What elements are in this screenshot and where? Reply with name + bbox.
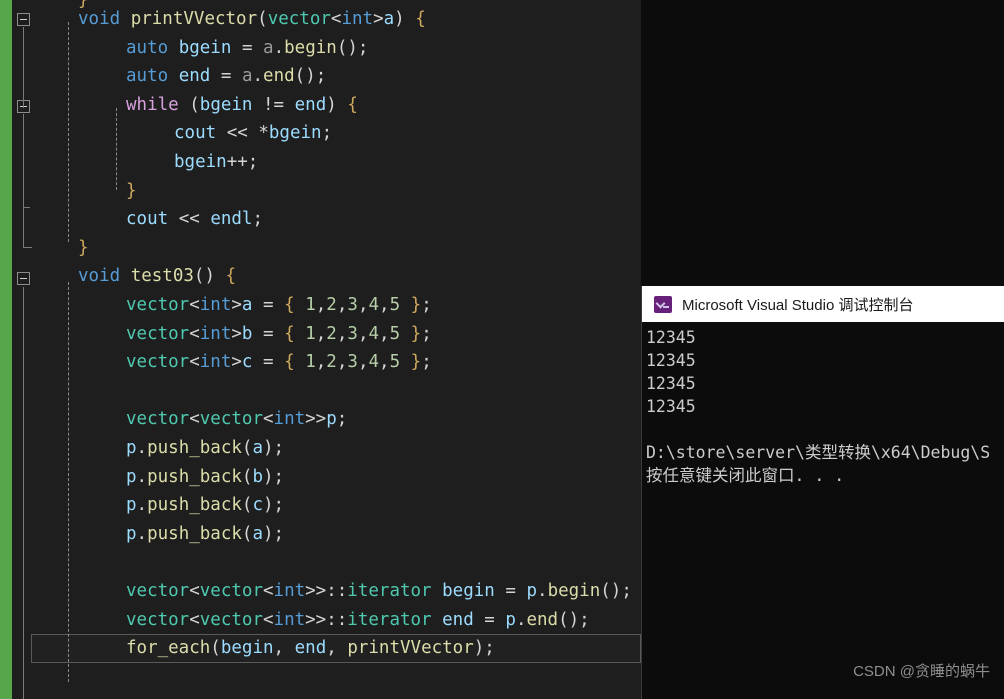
- code-line: auto end = a.end();: [126, 66, 327, 87]
- console-line-path: D:\store\server\类型转换\x64\Debug\S: [646, 443, 991, 462]
- structure-line-printvvector: [23, 27, 24, 108]
- code-line: }: [126, 180, 137, 201]
- code-line: void printVVector(vector<int>a) {: [78, 9, 426, 29]
- code-line: cout << *bgein;: [174, 123, 333, 144]
- code-line-current[interactable]: for_each(begin, end, printVVector);: [126, 634, 495, 663]
- code-line: while (bgein != end) {: [126, 94, 358, 115]
- console-line: 12345: [646, 328, 696, 347]
- console-output[interactable]: 12345 12345 12345 12345 D:\store\server\…: [642, 322, 1004, 699]
- structure-foot-printvvector: [23, 247, 32, 248]
- structure-foot-while: [23, 207, 30, 208]
- indent-guide-3: [68, 282, 69, 682]
- console-line: 12345: [646, 351, 696, 370]
- watermark: CSDN @贪睡的蜗牛: [853, 663, 990, 680]
- console-line-prompt: 按任意键关闭此窗口. . .: [646, 466, 845, 485]
- indent-guide-1: [68, 22, 69, 242]
- structure-line-test03: [23, 287, 24, 699]
- code-line: vector<int>a = { 1,2,3,4,5 };: [126, 295, 432, 315]
- code-line: cout << endl;: [126, 209, 264, 230]
- structure-line-printvvector-lower: [23, 207, 24, 247]
- code-editor[interactable]: } void printVVector(vector<int>a) { auto…: [0, 0, 641, 699]
- code-line: p.push_back(b);: [126, 466, 285, 487]
- code-line: vector<vector<int>>::iterator begin = p.…: [126, 581, 632, 601]
- code-line: p.push_back(c);: [126, 495, 285, 516]
- code-line: vector<int>b = { 1,2,3,4,5 };: [126, 323, 432, 344]
- code-line: p.push_back(a);: [126, 523, 285, 544]
- code-line: auto bgein = a.begin();: [126, 37, 369, 58]
- code-line: p.push_back(a);: [126, 438, 285, 458]
- indent-guide-2: [116, 108, 117, 190]
- code-line: void test03() {: [78, 266, 237, 287]
- console-icon: [654, 295, 672, 313]
- code-line: vector<int>c = { 1,2,3,4,5 };: [126, 352, 432, 373]
- console-titlebar[interactable]: Microsoft Visual Studio 调试控制台: [642, 286, 1004, 322]
- screenshot-root: } void printVVector(vector<int>a) { auto…: [0, 0, 1004, 699]
- fold-box-printvvector[interactable]: [17, 13, 30, 26]
- structure-line-while: [23, 114, 24, 207]
- code-line: vector<vector<int>>::iterator end = p.en…: [126, 609, 590, 630]
- editor-gutter[interactable]: [12, 0, 44, 699]
- fold-box-test03[interactable]: [17, 272, 30, 285]
- code-line: bgein++;: [174, 152, 259, 172]
- console-line: 12345: [646, 374, 696, 393]
- code-line: }: [78, 237, 89, 258]
- debug-console-window[interactable]: Microsoft Visual Studio 调试控制台 12345 1234…: [641, 286, 1004, 699]
- code-line: vector<vector<int>>p;: [126, 409, 348, 430]
- change-indicator-bar: [0, 0, 12, 699]
- console-title: Microsoft Visual Studio 调试控制台: [682, 296, 914, 314]
- console-line: 12345: [646, 397, 696, 416]
- code-surface[interactable]: } void printVVector(vector<int>a) { auto…: [44, 0, 641, 699]
